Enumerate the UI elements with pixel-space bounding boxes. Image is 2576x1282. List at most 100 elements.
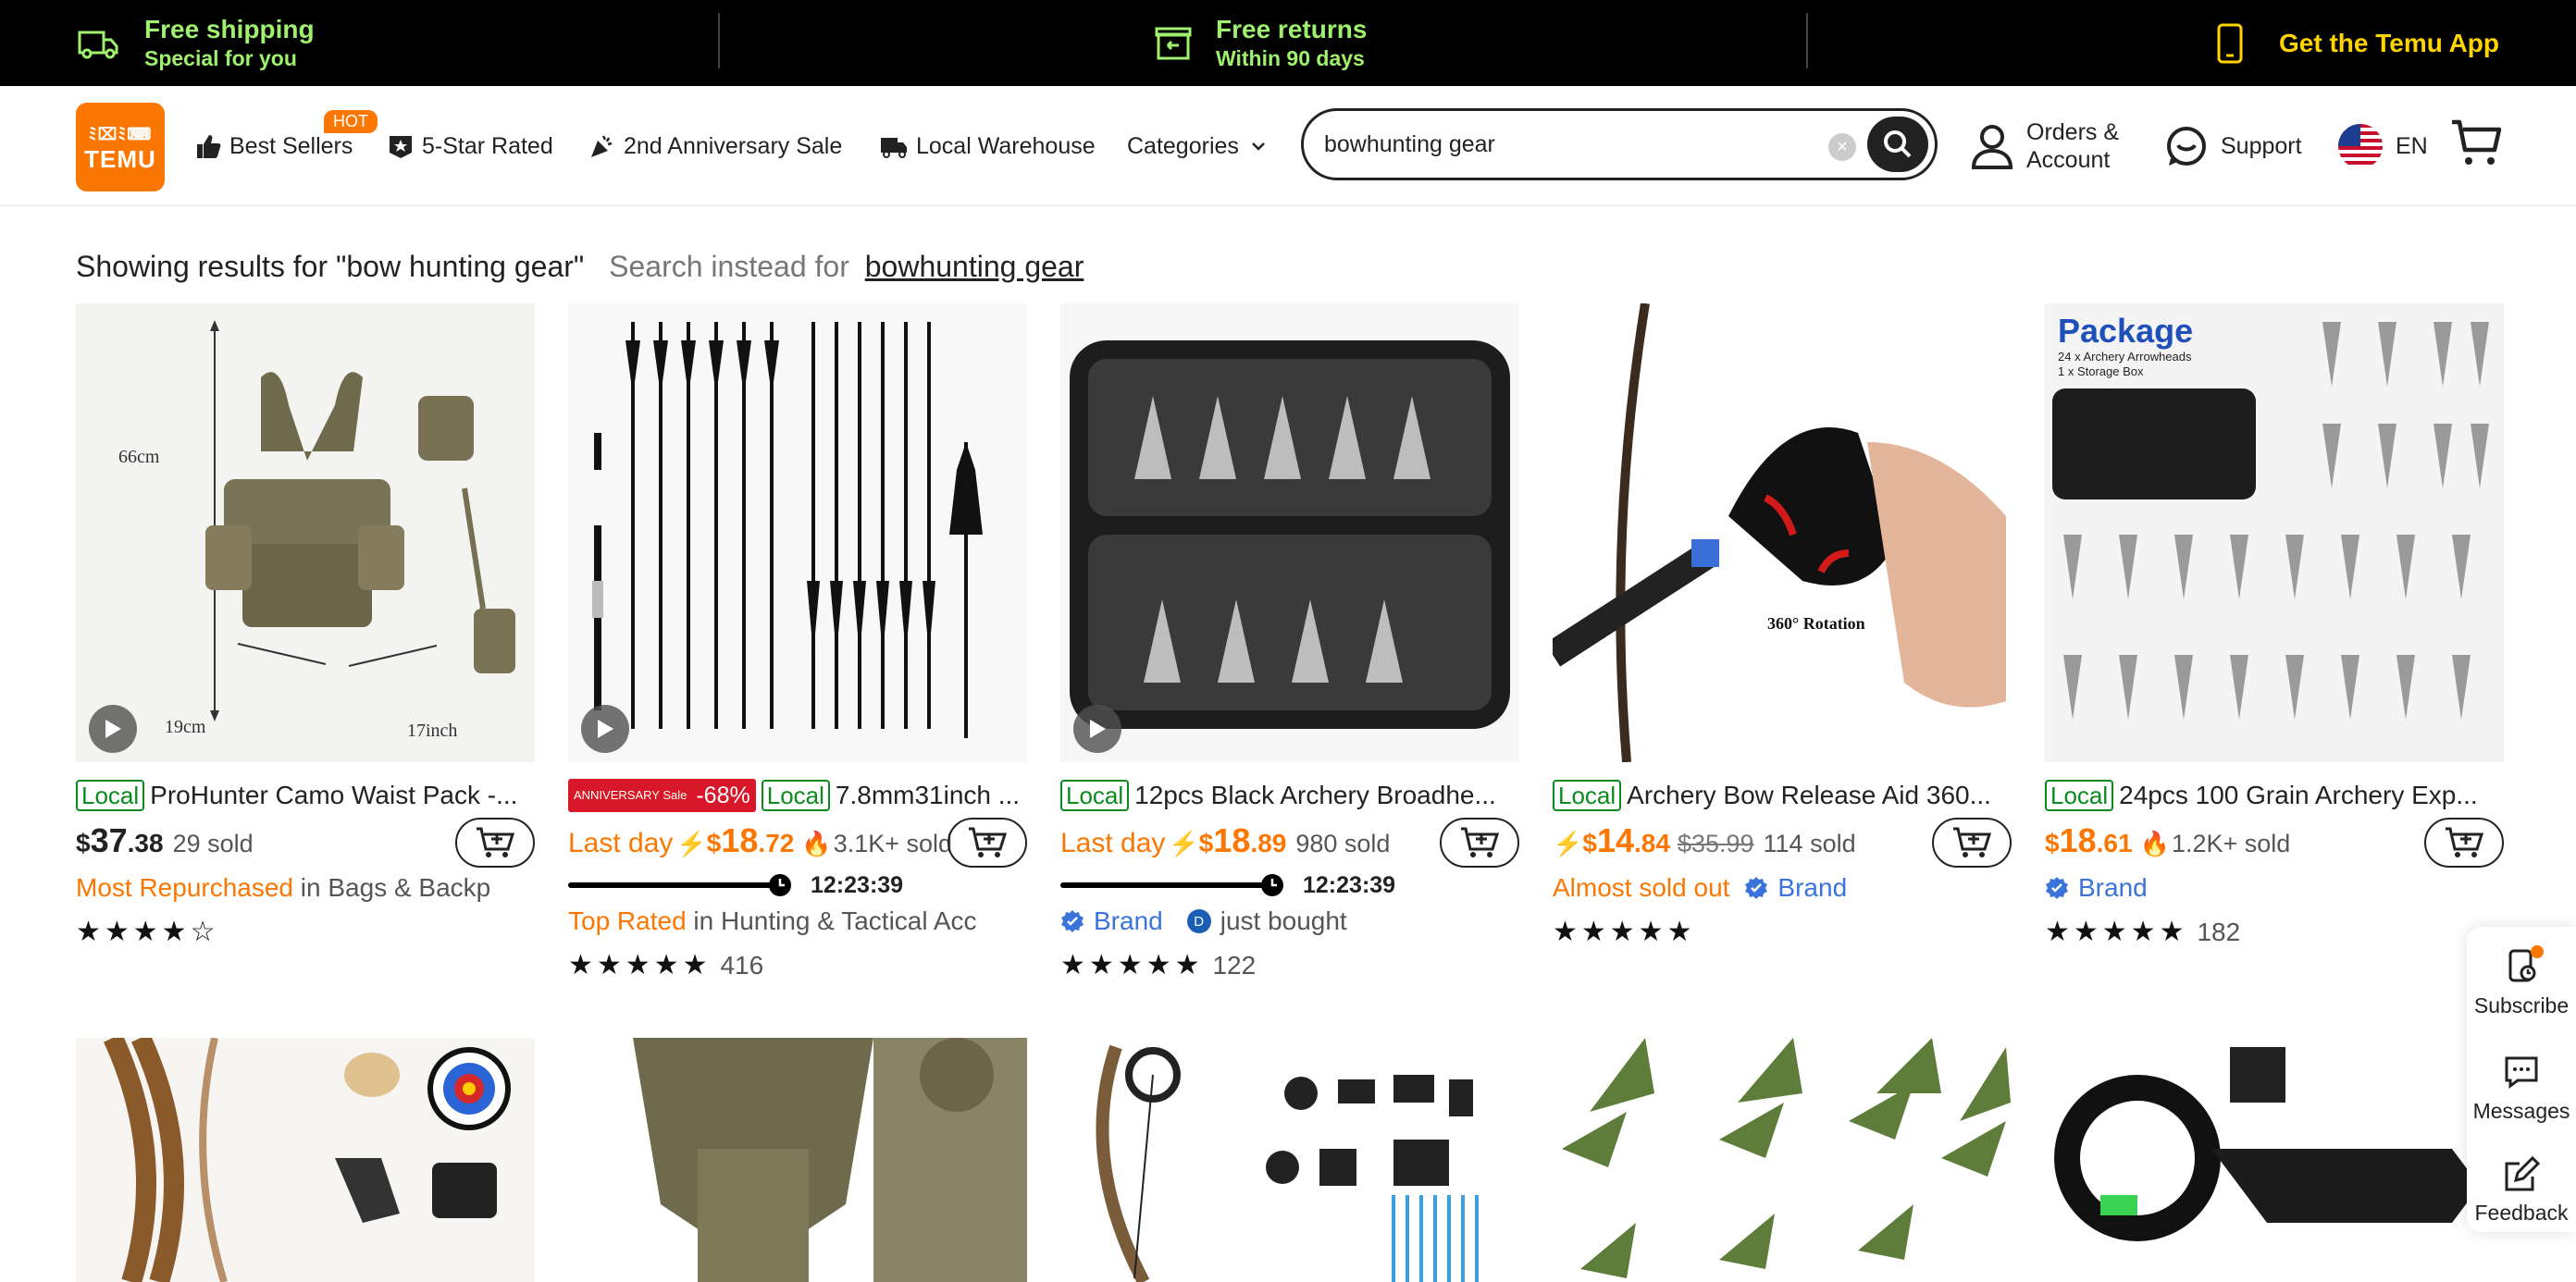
price-row: Last day ⚡ $ 18 .72 🔥 3.1K+ sold bbox=[568, 821, 952, 862]
price-currency: $ bbox=[1582, 829, 1597, 857]
play-video-button[interactable] bbox=[1073, 705, 1121, 753]
product-card[interactable]: ANNIVERSARY Sale -68% Local 7.8mm31inch … bbox=[568, 303, 1027, 980]
nav-best-sellers[interactable]: Best Sellers HOT bbox=[194, 86, 378, 206]
add-to-cart-button[interactable] bbox=[455, 818, 535, 868]
tag-category: in Hunting & Tactical Acc bbox=[686, 906, 977, 935]
get-app-promo[interactable]: Get the Temu App bbox=[2216, 0, 2499, 86]
arrowheads-package-image: Package 24 x Archery Arrowheads 1 x Stor… bbox=[2052, 312, 2489, 720]
product-card[interactable]: Local 12pcs Black Archery Broadhe... Las… bbox=[1060, 303, 1519, 980]
nav-anniversary-label: 2nd Anniversary Sale bbox=[624, 132, 843, 159]
feedback-edit-icon bbox=[2505, 1156, 2540, 1191]
local-badge: Local bbox=[761, 780, 830, 811]
search-icon bbox=[1884, 130, 1912, 158]
add-to-cart-button[interactable] bbox=[947, 818, 1027, 868]
feedback-button[interactable]: Feedback bbox=[2467, 1156, 2576, 1226]
add-to-cart-button[interactable] bbox=[1932, 818, 2012, 868]
add-to-cart-button[interactable] bbox=[2424, 818, 2504, 868]
promo-bar: Free shipping Special for you Free retur… bbox=[0, 0, 2576, 86]
cart-button[interactable] bbox=[2450, 118, 2502, 173]
product-card[interactable]: Package 24 x Archery Arrowheads 1 x Stor… bbox=[2045, 303, 2504, 947]
product-tag[interactable]: Almost sold out Brand bbox=[1553, 873, 1847, 903]
thumbs-up-icon bbox=[197, 135, 221, 158]
sold-count: 29 sold bbox=[172, 830, 254, 857]
free-returns-title: Free returns bbox=[1216, 14, 1368, 43]
free-returns-promo[interactable]: Free returns Within 90 days bbox=[1155, 0, 1367, 86]
price-integer: 18 bbox=[721, 821, 759, 859]
product-title: ProHunter Camo Waist Pack -... bbox=[150, 781, 518, 809]
get-app-label: Get the Temu App bbox=[2279, 28, 2499, 57]
site-header: ﾐ⌧ﾐ⌨ TEMU Best Sellers HOT 5-Star Rated … bbox=[0, 86, 2576, 206]
play-video-button[interactable] bbox=[581, 705, 629, 753]
language-selector[interactable]: EN bbox=[2338, 86, 2428, 206]
flame-icon: 🔥 bbox=[801, 830, 832, 857]
anniversary-sale-badge: ANNIVERSARY Sale -68% bbox=[568, 779, 756, 812]
clock-icon bbox=[1261, 874, 1283, 896]
bow-sight-image bbox=[2054, 1047, 2480, 1241]
nav-local-warehouse[interactable]: Local Warehouse bbox=[879, 86, 1096, 206]
product-title-row[interactable]: ANNIVERSARY Sale -68% Local 7.8mm31inch … bbox=[568, 779, 1027, 812]
product-card-image[interactable] bbox=[1060, 1038, 1519, 1282]
search-button[interactable] bbox=[1867, 117, 1928, 172]
product-image[interactable] bbox=[1060, 303, 1519, 762]
product-card[interactable]: 360° Rotation Local Archery Bow Release … bbox=[1553, 303, 2012, 947]
product-image[interactable]: 66cm 19cm 17inch bbox=[76, 303, 535, 762]
support-label: Support bbox=[2221, 132, 2302, 159]
add-to-cart-icon bbox=[2446, 827, 2484, 857]
search-input[interactable] bbox=[1324, 122, 1805, 166]
product-card-image[interactable] bbox=[76, 1038, 535, 1282]
camo-harness-image bbox=[633, 1038, 1027, 1282]
search-instead-link[interactable]: bowhunting gear bbox=[865, 250, 1084, 283]
countdown-time: 12:23:39 bbox=[1303, 871, 1396, 898]
orders-account[interactable]: Orders & Account bbox=[1971, 86, 2119, 206]
price-decimal: .89 bbox=[1250, 829, 1287, 857]
product-title-row[interactable]: Local Archery Bow Release Aid 360... bbox=[1553, 779, 2012, 812]
nav-five-star-rated[interactable]: 5-Star Rated bbox=[387, 86, 553, 206]
local-badge: Local bbox=[1060, 780, 1130, 811]
green-broadheads-image bbox=[1562, 1038, 2011, 1278]
us-flag-icon bbox=[2338, 124, 2383, 168]
clear-search-icon[interactable]: × bbox=[1828, 133, 1856, 161]
product-tag[interactable]: Top Rated in Hunting & Tactical Acc bbox=[568, 906, 977, 936]
add-to-cart-button[interactable] bbox=[1440, 818, 1519, 868]
product-card-image[interactable] bbox=[568, 1038, 1027, 1282]
nav-five-star-label: 5-Star Rated bbox=[422, 132, 553, 159]
nav-anniversary-sale[interactable]: 2nd Anniversary Sale bbox=[588, 86, 842, 206]
flame-icon: 🔥 bbox=[2139, 830, 2170, 857]
play-video-button[interactable] bbox=[89, 705, 137, 753]
subscribe-button[interactable]: Subscribe bbox=[2467, 945, 2576, 1018]
product-title-row[interactable]: Local 12pcs Black Archery Broadhe... bbox=[1060, 779, 1519, 812]
party-popper-icon bbox=[591, 135, 613, 157]
truck-icon bbox=[78, 31, 118, 58]
messages-button[interactable]: Messages bbox=[2467, 1054, 2576, 1124]
price-decimal: .38 bbox=[127, 829, 164, 857]
nav-categories[interactable]: Categories bbox=[1127, 86, 1269, 206]
product-title-row[interactable]: Local ProHunter Camo Waist Pack -... bbox=[76, 779, 535, 812]
add-to-cart-icon bbox=[969, 827, 1008, 857]
free-shipping-promo[interactable]: Free shipping Special for you bbox=[76, 0, 315, 86]
star-rating: ★★★★★ bbox=[1553, 916, 1695, 948]
price-integer: 37 bbox=[90, 821, 128, 859]
product-tag[interactable]: Most Repurchased in Bags & Backp bbox=[76, 873, 490, 903]
product-image[interactable] bbox=[568, 303, 1027, 762]
product-image[interactable]: Package 24 x Archery Arrowheads 1 x Stor… bbox=[2045, 303, 2504, 762]
temu-logo[interactable]: ﾐ⌧ﾐ⌨ TEMU bbox=[76, 103, 165, 191]
countdown-timer: 12:23:39 bbox=[568, 871, 910, 899]
product-image[interactable]: 360° Rotation bbox=[1553, 303, 2012, 762]
product-tag[interactable]: Brand D just bought bbox=[1060, 906, 1347, 936]
sold-count: 114 sold bbox=[1763, 830, 1856, 857]
nav-categories-label: Categories bbox=[1127, 132, 1239, 159]
support-chat-icon bbox=[2167, 127, 2206, 166]
last-day-label: Last day bbox=[568, 828, 674, 858]
package-line-2: 1 x Storage Box bbox=[2058, 364, 2144, 378]
height-dimension: 66cm bbox=[118, 447, 160, 467]
product-card-image[interactable] bbox=[2045, 1038, 2504, 1282]
price-currency: $ bbox=[2045, 829, 2060, 857]
lightning-icon: ⚡ bbox=[676, 830, 707, 857]
local-badge: Local bbox=[2045, 780, 2114, 811]
play-icon bbox=[105, 720, 121, 738]
product-title-row[interactable]: Local 24pcs 100 Grain Archery Exp... bbox=[2045, 779, 2504, 812]
support-link[interactable]: Support bbox=[2165, 86, 2302, 206]
product-card-image[interactable] bbox=[1553, 1038, 2012, 1282]
product-card[interactable]: 66cm 19cm 17inch Local ProHunter Camo Wa… bbox=[76, 303, 535, 947]
product-tag[interactable]: Brand bbox=[2045, 873, 2148, 903]
